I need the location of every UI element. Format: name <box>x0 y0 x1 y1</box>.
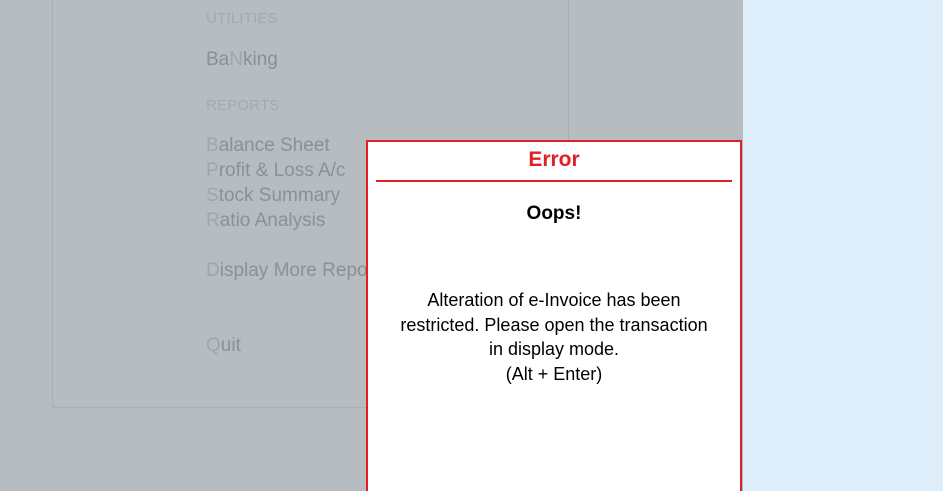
menu-item-balance-sheet-label: alance Sheet <box>218 135 330 156</box>
error-message-line: in display mode. <box>488 339 620 359</box>
menu-item-stock-summary[interactable]: Stock Summary <box>206 183 340 208</box>
menu-item-banking-hotkey: N <box>229 49 243 70</box>
error-message-line: restricted. Please open the transaction <box>400 314 708 335</box>
app-window: UTILITIES BaNking REPORTS Balance Sheet … <box>0 0 943 491</box>
menu-item-balance-sheet-hotkey: B <box>206 135 219 156</box>
error-dialog-heading: Oops! <box>526 203 582 224</box>
menu-item-stock-summary-hotkey: S <box>206 185 219 206</box>
menu-item-profit-loss-hotkey: P <box>206 160 219 181</box>
menu-item-ratio-analysis-label: atio Analysis <box>219 210 326 231</box>
error-message-line: Alteration of e-Invoice has been <box>427 290 681 310</box>
error-dialog-divider <box>376 180 732 182</box>
menu-item-banking[interactable]: BaNking <box>206 47 278 72</box>
menu-item-quit-hotkey: Q <box>206 335 221 356</box>
menu-item-banking-label-pre: Ba <box>206 49 230 70</box>
reports-section-header: REPORTS <box>206 97 280 114</box>
error-message-shortcut-hint: (Alt + Enter) <box>505 363 603 384</box>
menu-item-profit-loss-label: rofit & Loss A/c <box>218 160 346 181</box>
menu-item-balance-sheet[interactable]: Balance Sheet <box>206 133 330 158</box>
menu-item-quit-label: uit <box>220 335 241 356</box>
error-dialog[interactable]: Error Oops! Alteration of e-Invoice has … <box>366 140 742 491</box>
menu-item-ratio-analysis-hotkey: R <box>206 210 220 231</box>
menu-item-display-more-hotkey: D <box>206 260 220 281</box>
error-dialog-message: Alteration of e-Invoice has been restric… <box>372 288 736 386</box>
utilities-section-header: UTILITIES <box>206 10 278 27</box>
menu-item-profit-loss[interactable]: Profit & Loss A/c <box>206 158 345 183</box>
menu-item-quit[interactable]: Quit <box>206 333 241 358</box>
menu-item-display-more-reports[interactable]: Display More Reports <box>206 258 389 283</box>
menu-item-ratio-analysis[interactable]: Ratio Analysis <box>206 208 325 233</box>
error-dialog-title: Error <box>528 148 580 171</box>
menu-item-display-more-label: isplay More Reports <box>219 260 389 281</box>
menu-item-stock-summary-label: tock Summary <box>218 185 341 206</box>
menu-item-banking-label-post: king <box>242 49 278 70</box>
